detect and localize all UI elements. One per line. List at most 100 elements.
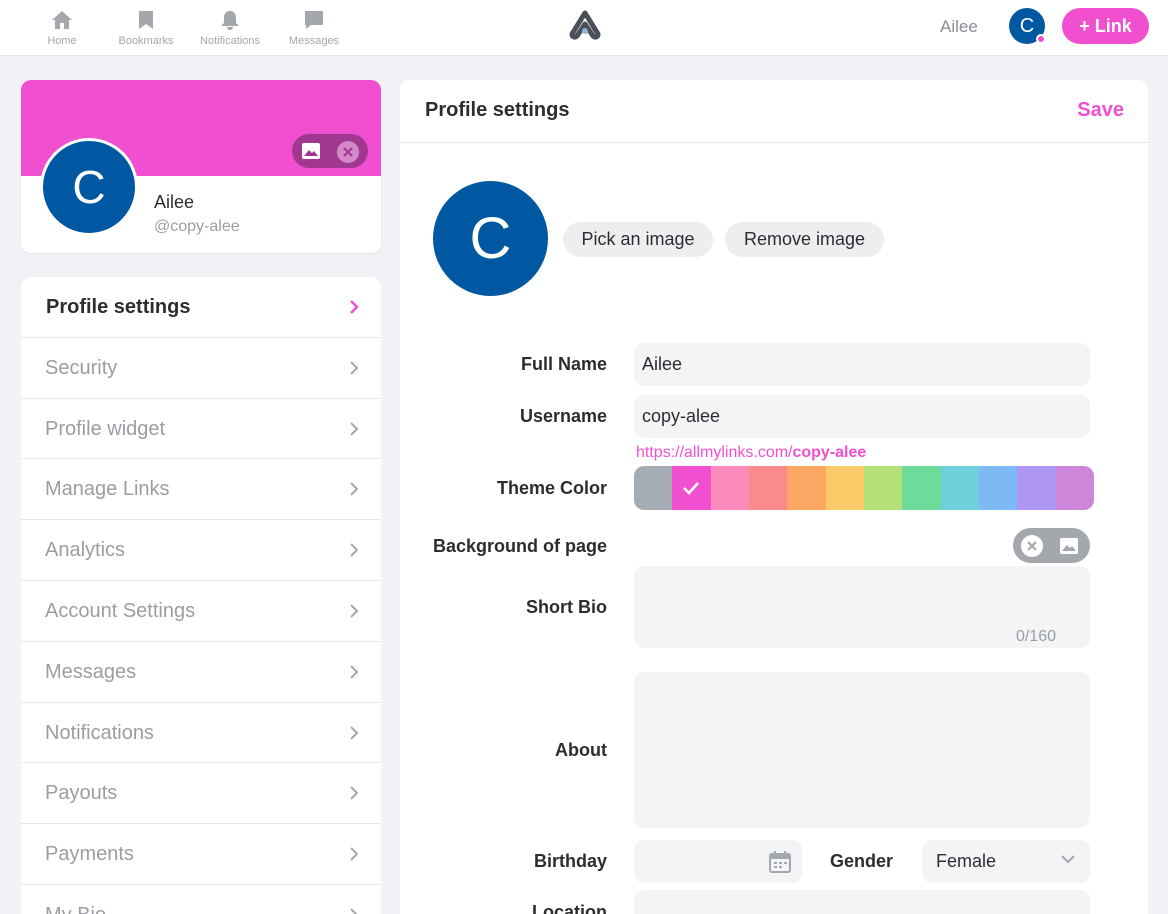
nav-notifications-label: Notifications (200, 35, 260, 47)
chevron-right-icon (350, 847, 359, 861)
birthday-field[interactable] (634, 840, 802, 883)
message-icon (305, 11, 323, 29)
color-swatch[interactable] (672, 466, 711, 510)
sidebar-item-profile-widget[interactable]: Profile widget (21, 399, 381, 460)
sidebar-item-account-settings[interactable]: Account Settings (21, 581, 381, 642)
sidebar-item-label: Account Settings (45, 599, 196, 622)
nav-bookmarks[interactable]: Bookmarks (106, 10, 186, 47)
color-swatch[interactable] (1055, 466, 1094, 510)
nav-bookmarks-label: Bookmarks (118, 35, 174, 47)
theme-color-label: Theme Color (496, 478, 607, 498)
sidebar-item-label: Payments (45, 843, 134, 866)
background-label: Background of page (432, 536, 607, 556)
save-button[interactable]: Save (1077, 99, 1124, 122)
username-label: Username (519, 406, 607, 426)
color-swatch[interactable] (1017, 466, 1056, 510)
profile-name: Ailee (154, 192, 195, 212)
sidebar-item-label: My Bio (45, 904, 106, 914)
color-swatch[interactable] (902, 466, 941, 510)
profile-settings-panel: Profile settings Save C Pick an image Re… (400, 80, 1148, 914)
location-field[interactable] (634, 890, 1090, 914)
sidebar-item-payouts[interactable]: Payouts (21, 763, 381, 825)
color-swatch[interactable] (825, 466, 864, 510)
about-field[interactable] (634, 672, 1090, 828)
color-swatch[interactable] (710, 466, 749, 510)
calendar-icon[interactable] (768, 850, 792, 874)
sidebar-item-notifications[interactable]: Notifications (21, 703, 381, 764)
bio-char-counter: 0/160 (1015, 628, 1056, 645)
notification-dot (1036, 34, 1046, 44)
chevron-right-icon (350, 908, 358, 914)
birthday-label: Birthday (533, 851, 607, 871)
color-swatch[interactable] (634, 466, 673, 510)
profile-handle: @copy-alee (154, 218, 240, 235)
check-icon (683, 482, 700, 495)
short-bio-field[interactable]: 0/160 (634, 566, 1090, 648)
top-user-name[interactable]: Ailee (940, 17, 978, 37)
chevron-right-icon (350, 300, 359, 314)
color-swatch[interactable] (978, 466, 1018, 510)
chevron-right-icon (350, 786, 359, 801)
chevron-right-icon (350, 665, 359, 679)
chevron-right-icon (350, 543, 359, 557)
profile-url-user: copy-alee (792, 444, 867, 461)
theme-color-picker (634, 466, 1094, 510)
color-swatch[interactable] (940, 466, 979, 510)
sidebar-item-label: Profile settings (46, 296, 191, 318)
sidebar-item-my-bio[interactable]: My Bio (21, 885, 381, 914)
profile-avatar[interactable]: C (40, 138, 138, 236)
image-icon[interactable] (1059, 536, 1081, 558)
color-swatch[interactable] (863, 466, 903, 510)
full-name-field[interactable] (634, 343, 1090, 386)
gender-select[interactable]: Female (922, 840, 1090, 883)
sidebar-item-label: Payouts (45, 782, 118, 805)
logo-icon (569, 10, 601, 40)
sidebar-item-label: Manage Links (45, 478, 170, 501)
nav-home[interactable]: Home (22, 10, 102, 47)
cover-tools (292, 134, 368, 168)
color-swatch[interactable] (748, 466, 788, 510)
sidebar-item-payments[interactable]: Payments (21, 824, 381, 885)
gender-value: Female (936, 851, 997, 871)
add-link-button[interactable]: + Link (1062, 8, 1149, 44)
close-icon[interactable] (337, 141, 359, 163)
nav-messages[interactable]: Messages (274, 10, 354, 47)
panel-header: Profile settings Save (400, 80, 1148, 143)
avatar[interactable]: C (1009, 8, 1046, 44)
pick-image-button[interactable]: Pick an image (563, 222, 713, 257)
profile-card: C Ailee @copy-alee (21, 80, 381, 253)
about-label: About (555, 740, 607, 760)
chevron-right-icon (350, 725, 359, 740)
nav-home-label: Home (47, 35, 77, 47)
sidebar-item-analytics[interactable]: Analytics (21, 520, 381, 581)
sidebar-item-label: Profile widget (45, 417, 166, 440)
sidebar-item-manage-links[interactable]: Manage Links (21, 459, 381, 521)
background-tools (1013, 528, 1090, 563)
profile-url[interactable]: https://allmylinks.com/copy-alee (636, 444, 866, 462)
sidebar-item-label: Notifications (45, 721, 154, 744)
sidebar-item-security[interactable]: Security (21, 338, 381, 399)
bookmark-icon (139, 11, 153, 29)
chevron-right-icon (350, 604, 359, 618)
sidebar-item-label: Messages (45, 660, 137, 683)
close-icon[interactable] (1021, 535, 1043, 557)
color-swatch[interactable] (787, 466, 826, 510)
avatar-letter: C (1019, 15, 1035, 37)
nav-notifications[interactable]: Notifications (190, 10, 270, 47)
chevron-right-icon (350, 482, 359, 497)
nav-messages-label: Messages (288, 35, 340, 47)
allmylinks-logo[interactable] (568, 10, 602, 45)
username-field[interactable] (634, 395, 1090, 438)
image-icon[interactable] (301, 141, 321, 161)
short-bio-label: Short Bio (526, 597, 607, 617)
remove-image-button[interactable]: Remove image (725, 222, 884, 257)
sidebar-item-profile-settings[interactable]: Profile settings (21, 277, 381, 338)
profile-image[interactable]: C (433, 181, 548, 296)
location-label: Location (532, 902, 607, 914)
settings-sidebar: Profile settings Security Profile widget… (21, 277, 381, 914)
sidebar-item-label: Analytics (45, 539, 126, 562)
chevron-right-icon (350, 421, 359, 436)
top-navigation: Home Bookmarks Notifications Messages Ai… (0, 0, 1168, 56)
full-name-label: Full Name (520, 354, 607, 374)
sidebar-item-messages[interactable]: Messages (21, 642, 381, 703)
